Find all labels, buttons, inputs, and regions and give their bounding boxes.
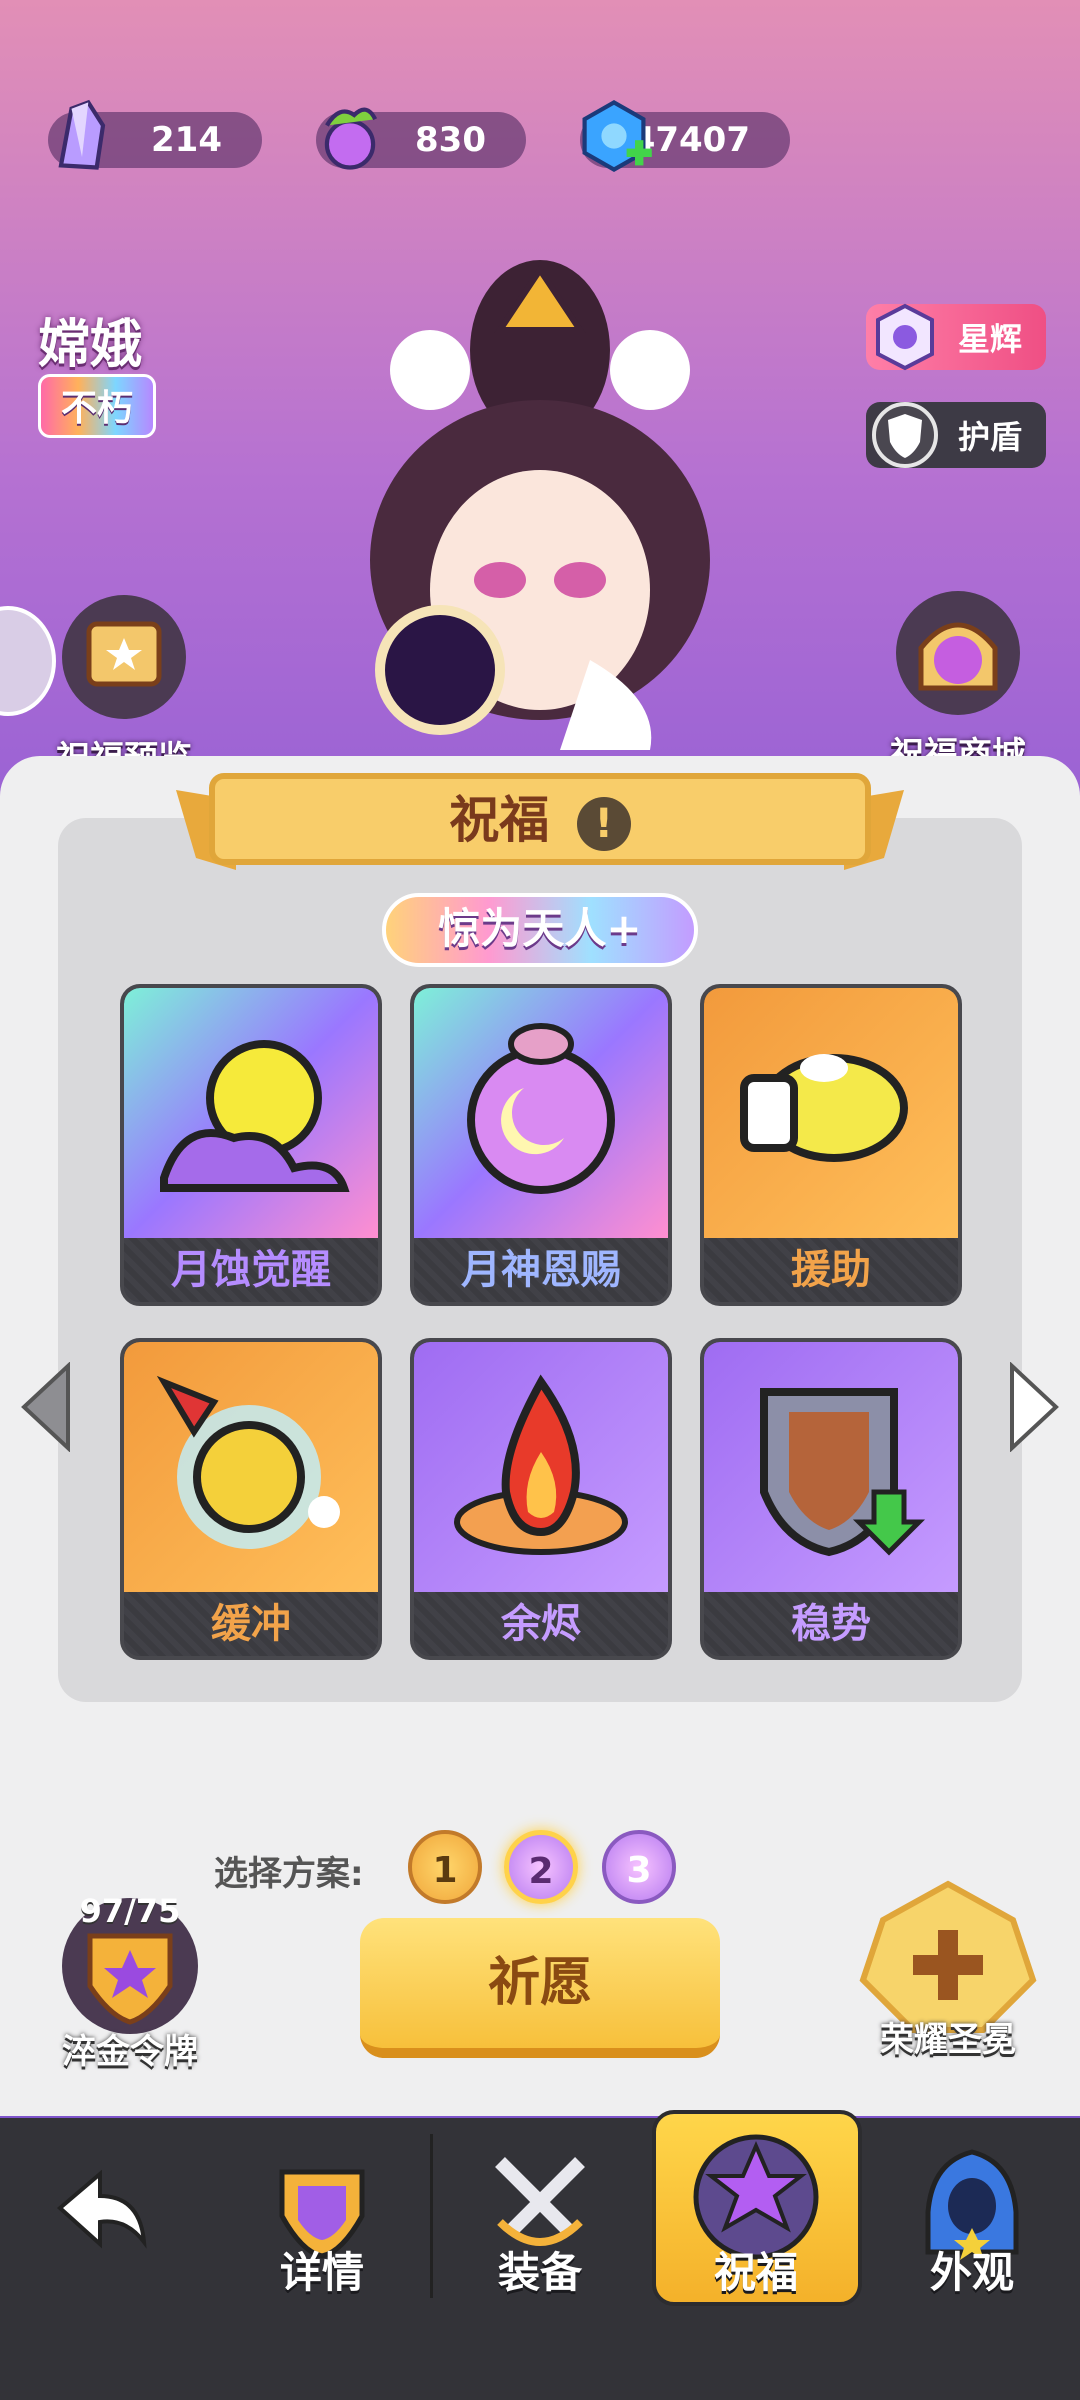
book-icon — [62, 595, 186, 719]
portal-icon — [896, 591, 1020, 715]
nav-divider — [430, 2134, 433, 2298]
blessing-card-assist[interactable]: 援助 — [700, 984, 962, 1306]
blessing-card-moon-gift[interactable]: 月神恩赐 — [410, 984, 672, 1306]
info-icon[interactable]: ! — [576, 796, 631, 851]
plan-option-2[interactable]: 2 — [504, 1830, 578, 1904]
blessing-card-steady[interactable]: 稳势 — [700, 1338, 962, 1660]
star-glow-icon — [875, 303, 934, 371]
help-glove-icon — [740, 1054, 908, 1162]
potion-icon — [324, 107, 378, 170]
glory-crown-button[interactable]: 荣耀圣冕 — [848, 1880, 1048, 2061]
blessing-card-embers[interactable]: 余烬 — [410, 1338, 672, 1660]
plan-label: 选择方案: — [214, 1854, 364, 1894]
fire-icon — [454, 1374, 628, 1555]
back-button[interactable] — [0, 2118, 200, 2318]
currency-gem[interactable]: 47407 — [580, 99, 790, 173]
arrow-left-icon[interactable] — [20, 1362, 70, 1452]
plan-option-1[interactable]: 1 — [408, 1830, 482, 1904]
hero-name: 嫦娥 — [38, 315, 143, 375]
nav-tab-equipment[interactable]: 装备 — [440, 2118, 640, 2318]
blessing-card-buffer[interactable]: 缓冲 — [120, 1338, 382, 1660]
gem-plus-icon — [582, 99, 652, 173]
nav-tab-appearance[interactable]: 外观 — [872, 2118, 1072, 2318]
plan-option-3[interactable]: 3 — [602, 1830, 676, 1904]
arrow-right-icon[interactable] — [1010, 1362, 1060, 1452]
blessing-shop-button[interactable]: 祝福商城 — [868, 588, 1048, 776]
hero-rarity-badge: 不朽 — [38, 374, 156, 438]
currency-crystal[interactable]: 214 — [48, 99, 262, 170]
nav-tab-details[interactable]: 详情 — [222, 2118, 422, 2318]
wish-button[interactable]: 祈愿 — [360, 1918, 720, 2058]
buffer-face-icon — [156, 1375, 340, 1549]
star-glow-button[interactable]: 星辉 — [865, 303, 1046, 371]
moon-orb-icon — [467, 1023, 615, 1194]
back-arrow-icon — [56, 2169, 147, 2249]
blessing-preview-button[interactable]: 祝福预览 — [34, 592, 214, 780]
panel-title: 祝福 ! — [0, 780, 1080, 852]
blessing-set-name: 惊为天人+ — [382, 893, 698, 967]
blessing-card-eclipse[interactable]: 月蚀觉醒 — [120, 984, 382, 1306]
tempered-medal-button[interactable]: 97/75 淬金令牌 — [40, 1892, 220, 2073]
nav-tab-blessing[interactable]: 祝福 — [656, 2118, 856, 2318]
currency-potion[interactable]: 830 — [316, 107, 526, 170]
shield-down-icon — [760, 1388, 926, 1557]
medal-count: 97/75 — [79, 1892, 181, 1930]
crystal-icon — [58, 99, 106, 170]
shield-icon — [871, 402, 938, 468]
hero-character-portrait — [370, 260, 710, 750]
eclipse-icon — [160, 1040, 350, 1192]
shield-button[interactable]: 护盾 — [865, 402, 1046, 468]
